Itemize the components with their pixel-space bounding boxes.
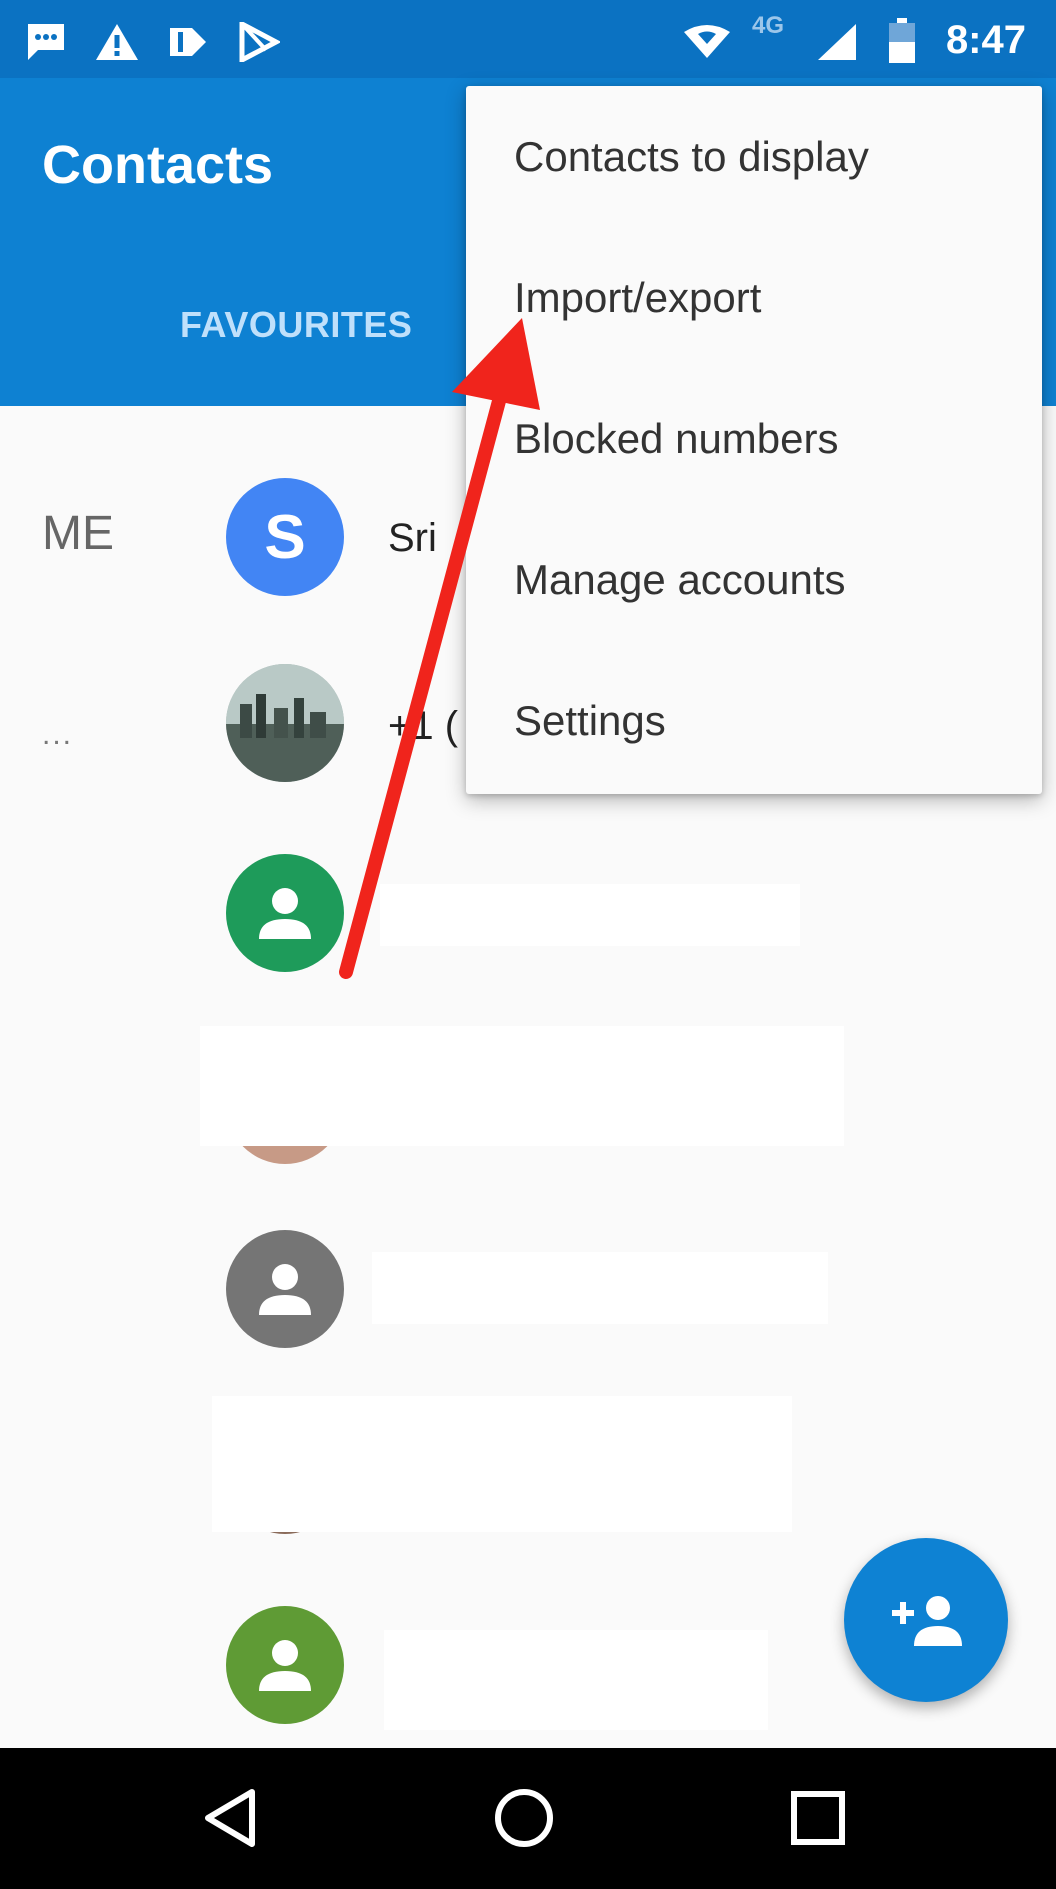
message-icon	[28, 24, 64, 60]
clock: 8:47	[945, 18, 1026, 62]
contact-photo-icon	[226, 664, 344, 782]
menu-item-settings[interactable]: Settings	[466, 650, 1042, 791]
section-header-more: ...	[42, 718, 74, 751]
battery-icon	[889, 18, 915, 63]
network-type-label: 4G	[752, 12, 785, 39]
contact-name[interactable]: Sri	[388, 516, 437, 561]
navigation-bar	[0, 1748, 1056, 1889]
overflow-menu: Contacts to display Import/export Blocke…	[466, 86, 1042, 794]
wifi-icon	[684, 25, 730, 58]
menu-item-import-export[interactable]: Import/export	[466, 227, 1042, 368]
add-contact-button[interactable]	[844, 1538, 1008, 1702]
recents-icon	[791, 1791, 845, 1845]
cellular-signal-icon	[818, 24, 856, 60]
menu-item-manage-accounts[interactable]: Manage accounts	[466, 509, 1042, 650]
back-icon	[205, 1789, 255, 1847]
add-person-icon	[892, 1596, 962, 1646]
avatar[interactable]	[226, 664, 344, 782]
person-icon	[259, 888, 311, 939]
status-bar: 4G 8:47	[0, 0, 1056, 78]
menu-item-contacts-to-display[interactable]: Contacts to display	[466, 86, 1042, 227]
avatar[interactable]	[226, 1230, 344, 1348]
avatar[interactable]: S	[226, 478, 344, 596]
tag-icon	[170, 28, 206, 56]
redacted-row	[212, 1396, 792, 1532]
warning-icon	[96, 24, 138, 60]
avatar[interactable]	[226, 854, 344, 972]
back-button[interactable]	[190, 1778, 270, 1858]
redacted-name	[384, 1630, 768, 1730]
redacted-row	[200, 1026, 844, 1146]
menu-item-blocked-numbers[interactable]: Blocked numbers	[466, 368, 1042, 509]
section-header-me: ME	[42, 507, 114, 560]
tab-favourites[interactable]: FAVOURITES	[180, 304, 412, 346]
play-store-icon	[239, 22, 280, 62]
redacted-name	[372, 1252, 828, 1324]
recents-button[interactable]	[778, 1778, 858, 1858]
avatar-letter: S	[264, 502, 306, 572]
contact-name[interactable]: +1 (	[388, 704, 458, 749]
avatar[interactable]	[226, 1606, 344, 1724]
person-icon	[259, 1264, 311, 1315]
home-icon	[495, 1789, 553, 1847]
redacted-name	[380, 884, 800, 946]
home-button[interactable]	[484, 1778, 564, 1858]
person-icon	[259, 1640, 311, 1691]
page-title: Contacts	[42, 135, 274, 195]
